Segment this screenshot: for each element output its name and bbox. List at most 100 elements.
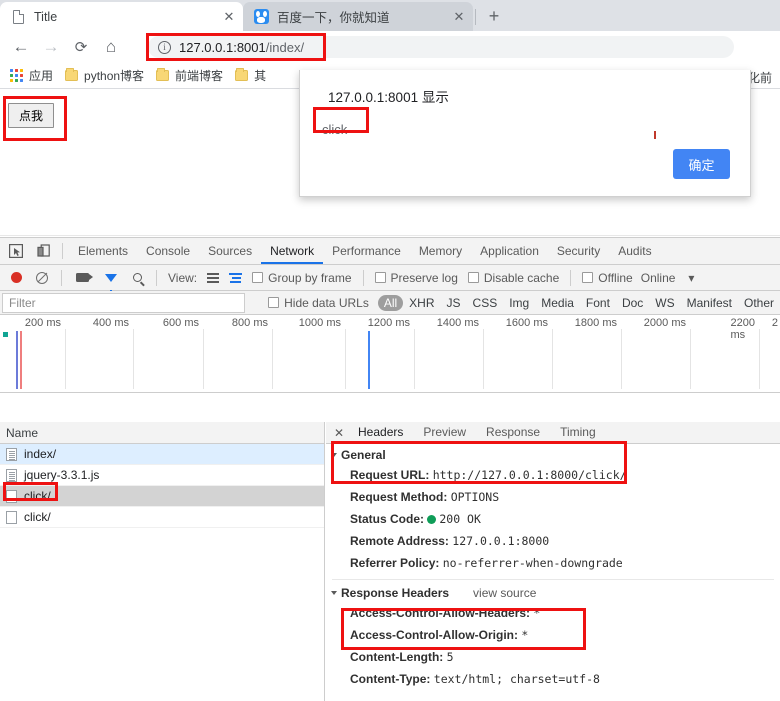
preserve-log-checkbox[interactable]: Preserve log	[370, 265, 463, 291]
request-row-click[interactable]: click/	[0, 507, 324, 528]
filter-type-css[interactable]: CSS	[467, 295, 504, 311]
general-section-header[interactable]: General	[326, 444, 780, 464]
throttling-select[interactable]: Online	[638, 265, 679, 291]
header-key: Referrer Policy:	[350, 556, 440, 570]
filter-type-font[interactable]: Font	[580, 295, 616, 311]
baidu-icon	[253, 9, 269, 25]
device-toolbar-icon[interactable]	[32, 239, 56, 263]
devtools-tab-audits[interactable]: Audits	[609, 238, 660, 264]
grid-line	[272, 329, 273, 389]
list-view-icon[interactable]	[202, 265, 224, 291]
network-overview[interactable]: 200 ms 400 ms 600 ms 800 ms 1000 ms 1200…	[0, 315, 780, 393]
toolbar-separator	[156, 269, 157, 286]
ruler-tick: 1600 ms	[505, 317, 548, 329]
site-info-icon[interactable]: i	[158, 40, 171, 54]
devtools-tab-network[interactable]: Network	[261, 238, 324, 264]
ruler-tick: 800 ms	[231, 317, 268, 329]
new-tab-button[interactable]: +	[480, 2, 508, 30]
filter-type-doc[interactable]: Doc	[616, 295, 649, 311]
devtools-tab-sources[interactable]: Sources	[199, 238, 261, 264]
devtools-tab-console[interactable]: Console	[137, 238, 199, 264]
view-source-link[interactable]: view source	[473, 586, 536, 600]
document-icon	[6, 447, 17, 461]
inspect-element-icon[interactable]	[4, 239, 28, 263]
devtools-tab-performance[interactable]: Performance	[323, 238, 410, 264]
group-by-frame-checkbox[interactable]: Group by frame	[247, 265, 356, 291]
grid-line	[414, 329, 415, 389]
tab-baidu[interactable]: 百度一下，你就知道 ✕	[243, 2, 473, 31]
devtools-tab-application[interactable]: Application	[471, 238, 548, 264]
section-title: Response Headers	[341, 586, 450, 600]
chevron-down-icon[interactable]: ▾	[678, 265, 704, 291]
filter-type-manifest[interactable]: Manifest	[681, 295, 738, 311]
request-row-index[interactable]: index/	[0, 444, 324, 465]
offline-checkbox[interactable]: Offline	[577, 265, 637, 291]
request-list-header[interactable]: Name	[0, 422, 324, 444]
ruler-tick: 1800 ms	[574, 317, 617, 329]
bookmark-frontend-blog[interactable]: 前端博客	[152, 65, 231, 86]
request-row-click-selected[interactable]: click/	[0, 486, 324, 507]
close-icon[interactable]: ✕	[451, 9, 467, 25]
request-name: click/	[24, 489, 51, 503]
dialog-ok-button[interactable]: 确定	[673, 149, 730, 179]
close-icon[interactable]: ✕	[221, 9, 237, 25]
waterfall-view-icon[interactable]	[224, 265, 247, 291]
filter-type-ws[interactable]: WS	[649, 295, 680, 311]
forward-icon[interactable]: →	[38, 34, 64, 60]
record-icon[interactable]	[4, 265, 29, 291]
grid-line	[690, 329, 691, 389]
reload-icon[interactable]: ⟳	[68, 34, 94, 60]
request-name: jquery-3.3.1.js	[24, 468, 100, 482]
detail-tab-headers[interactable]: Headers	[348, 422, 414, 443]
funnel-icon[interactable]	[97, 265, 125, 294]
hide-data-urls-checkbox[interactable]: Hide data URLs	[263, 290, 374, 316]
url-host: 127.0.0.1:8001	[179, 39, 266, 55]
filter-type-all[interactable]: All	[377, 294, 404, 311]
blank-document-icon	[6, 510, 17, 524]
devtools-tab-security[interactable]: Security	[548, 238, 609, 264]
ruler-tick: 1000 ms	[298, 317, 341, 329]
filter-type-xhr[interactable]: XHR	[403, 295, 440, 311]
filter-type-img[interactable]: Img	[503, 295, 535, 311]
camera-icon[interactable]	[68, 265, 97, 291]
response-headers-section-header[interactable]: Response Headers view source	[326, 582, 780, 602]
back-icon[interactable]: ←	[8, 34, 34, 60]
grid-line	[133, 329, 134, 389]
header-key: Status Code:	[350, 512, 425, 526]
dom-content-loaded-line-2	[368, 331, 370, 389]
clear-icon[interactable]	[29, 265, 55, 291]
dialog-message: click	[322, 122, 348, 137]
header-key: Content-Length:	[350, 650, 444, 664]
click-me-button[interactable]: 点我	[8, 103, 55, 128]
header-key: Request URL:	[350, 468, 430, 482]
header-row-acao: Access-Control-Allow-Origin: *	[326, 624, 780, 646]
bookmark-apps[interactable]: 应用	[6, 65, 61, 86]
tab-label: Title	[34, 9, 58, 24]
detail-tab-response[interactable]: Response	[476, 422, 550, 443]
devtools-tab-memory[interactable]: Memory	[410, 238, 471, 264]
home-icon[interactable]: ⌂	[98, 34, 124, 60]
filter-type-other[interactable]: Other	[738, 295, 780, 311]
filter-input[interactable]: Filter	[2, 292, 246, 313]
header-value: *	[521, 628, 529, 642]
filter-type-media[interactable]: Media	[535, 295, 580, 311]
bookmark-python-blog[interactable]: python博客	[61, 65, 152, 86]
bookmark-other[interactable]: 其	[231, 65, 274, 86]
bookmark-label: 应用	[29, 68, 54, 83]
devtools-tab-elements[interactable]: Elements	[69, 238, 137, 264]
detail-tab-timing[interactable]: Timing	[550, 422, 606, 443]
detail-tab-bar: ✕ Headers Preview Response Timing	[326, 422, 780, 444]
filter-type-js[interactable]: JS	[441, 295, 467, 311]
header-row-content-length: Content-Length: 5	[326, 646, 780, 668]
javascript-alert-dialog: 127.0.0.1:8001 显示 click 确定	[299, 70, 751, 197]
dialog-title: 127.0.0.1:8001 显示	[328, 90, 449, 105]
close-icon[interactable]: ✕	[330, 426, 348, 440]
address-bar[interactable]: i 127.0.0.1:8001/index/	[148, 36, 734, 58]
search-icon[interactable]	[125, 265, 150, 291]
request-row-jquery[interactable]: jquery-3.3.1.js	[0, 465, 324, 486]
ruler-tick: 600 ms	[162, 317, 199, 329]
detail-tab-preview[interactable]: Preview	[413, 422, 476, 443]
tab-title[interactable]: Title ✕	[0, 2, 243, 31]
disable-cache-checkbox[interactable]: Disable cache	[463, 265, 564, 291]
folder-icon	[235, 67, 249, 81]
